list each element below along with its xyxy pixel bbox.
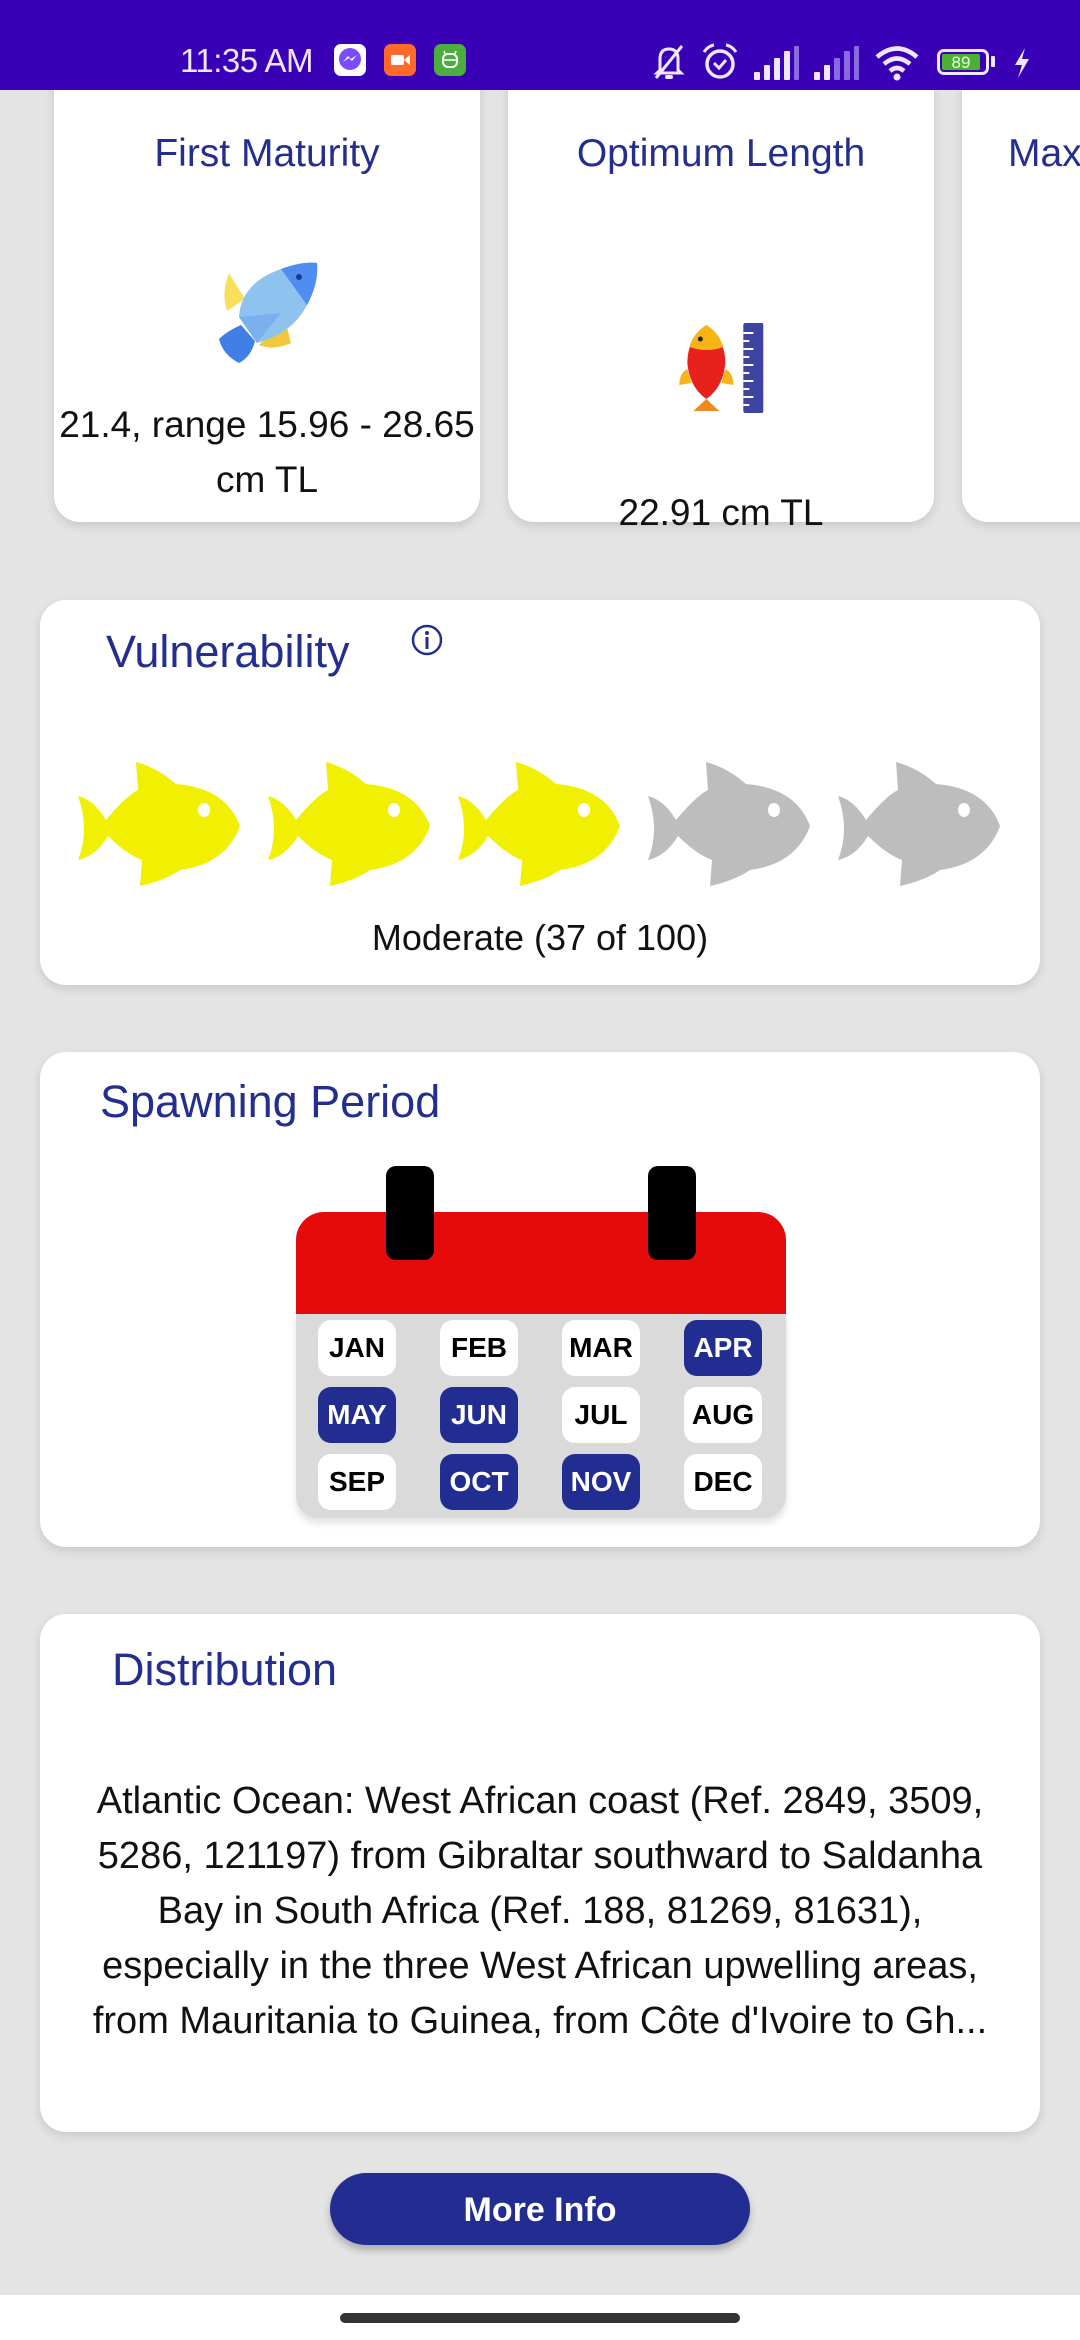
spawning-title: Spawning Period <box>100 1076 441 1127</box>
fish-ruler-icon <box>679 323 764 413</box>
calendar-ring <box>386 1166 434 1260</box>
stat-card-max-length: Max <box>962 60 1080 522</box>
month-apr: APR <box>684 1320 762 1376</box>
fish-rating-filled-icon <box>78 762 240 886</box>
distribution-text: Atlantic Ocean: West African coast (Ref.… <box>92 1780 988 2042</box>
status-time: 11:35 AM <box>180 42 313 79</box>
battery-level: 89 <box>942 54 980 71</box>
month-oct: OCT <box>440 1454 518 1510</box>
month-mar: MAR <box>562 1320 640 1376</box>
month-aug: AUG <box>684 1387 762 1443</box>
stat-title: Max <box>1008 132 1080 175</box>
vulnerability-rating-text: Moderate (37 of 100) <box>371 917 709 958</box>
wifi-icon <box>875 46 919 81</box>
vulnerability-rating <box>76 760 1016 890</box>
fish-rating-filled-icon <box>458 762 620 886</box>
calendar-months: JAN FEB MAR APR MAY JUN JUL AUG SEP OCT NOV DEC <box>296 1314 786 1518</box>
month-feb: FEB <box>440 1320 518 1376</box>
signal-1-icon <box>754 46 799 80</box>
month-dec: DEC <box>684 1454 762 1510</box>
stat-card-optimum-length: Optimum Length 22.91 cm TL <box>508 60 934 533</box>
messenger-icon <box>334 44 366 76</box>
month-sep: SEP <box>318 1454 396 1510</box>
bell-muted-icon <box>653 45 685 79</box>
battery-nub <box>991 56 995 67</box>
fish-rating-empty-icon <box>838 762 1000 886</box>
more-info-button[interactable]: More Info <box>330 2173 750 2245</box>
calendar-icon: JAN FEB MAR APR MAY JUN JUL AUG SEP OCT NOV DEC <box>296 1166 786 1526</box>
charging-icon <box>1015 48 1029 78</box>
alarm-icon <box>702 43 738 79</box>
month-jul: JUL <box>562 1387 640 1443</box>
blue-fish-icon <box>219 262 318 363</box>
status-bar: 11:35 AM 89 <box>0 0 1080 90</box>
month-nov: NOV <box>562 1454 640 1510</box>
calendar-header <box>296 1212 786 1314</box>
spawning-card: Spawning Period JAN FEB MAR APR MAY JUN JUL AUG… <box>40 1052 1040 1547</box>
video-recorder-icon <box>384 44 416 76</box>
home-gesture-bar[interactable] <box>340 2313 740 2323</box>
fish-rating-filled-icon <box>268 762 430 886</box>
fish-rating-empty-icon <box>648 762 810 886</box>
signal-2-icon <box>814 46 859 80</box>
vulnerability-title: Vulnerability <box>106 626 350 677</box>
month-may: MAY <box>318 1387 396 1443</box>
stat-card-first-maturity: First Maturity 21.4, range 15.96 - 28.65… <box>54 60 480 522</box>
distribution-card: Distribution Atlantic Ocean: West Africa… <box>40 1614 1040 2132</box>
distribution-title: Distribution <box>112 1644 338 1695</box>
month-jun: JUN <box>440 1387 518 1443</box>
android-app-icon <box>434 44 466 76</box>
vulnerability-card: Vulnerability Moderate (37 of 100) <box>40 600 1040 985</box>
stat-value: 22.91 cm TL <box>618 492 824 533</box>
stat-value: 21.4, range 15.96 - 28.65 cm TL <box>59 404 475 500</box>
stat-title: Optimum Length <box>576 132 866 175</box>
stat-title: First Maturity <box>154 132 380 175</box>
info-icon[interactable] <box>410 623 444 657</box>
calendar-ring <box>648 1166 696 1260</box>
battery-icon: 89 <box>937 49 989 75</box>
month-jan: JAN <box>318 1320 396 1376</box>
